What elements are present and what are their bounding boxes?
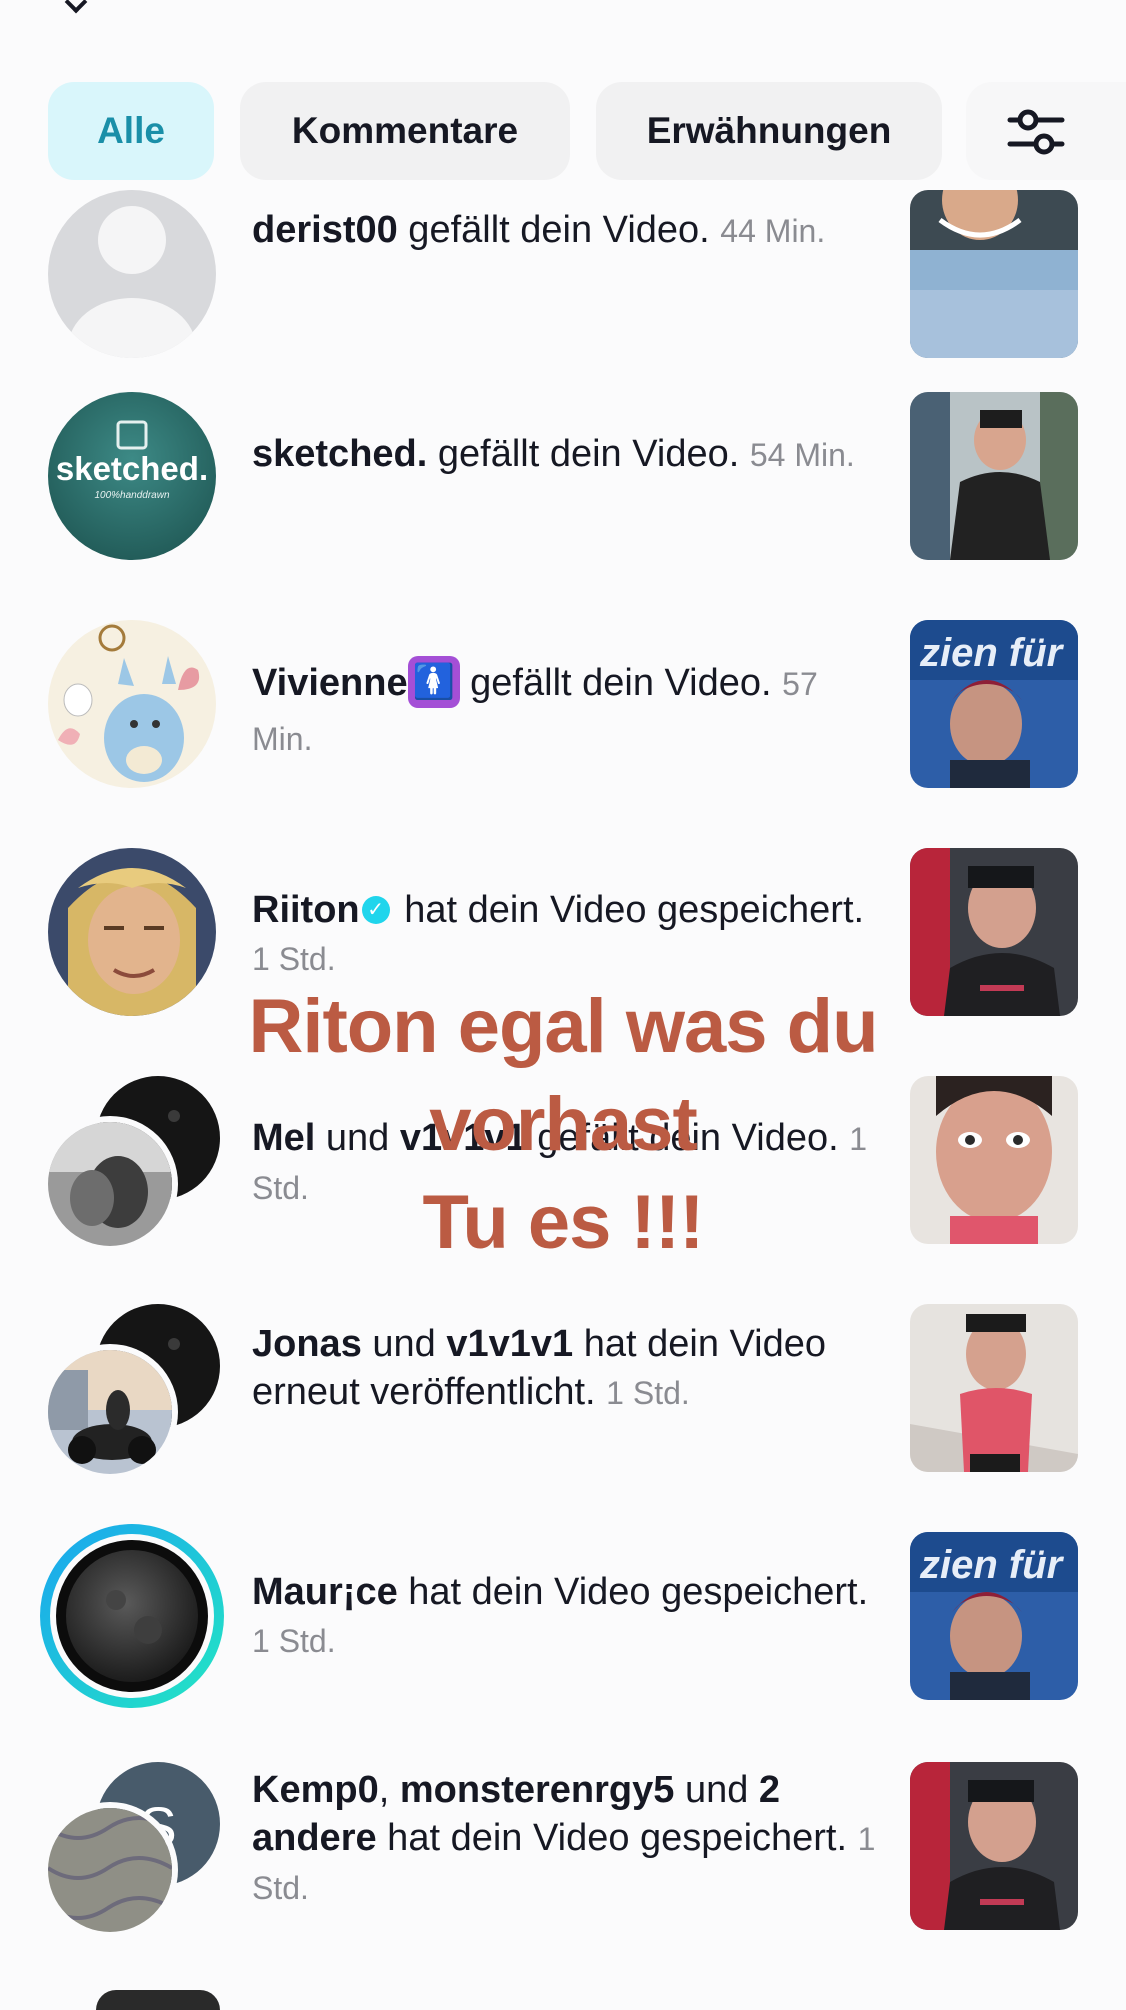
verified-badge-icon: ✓ xyxy=(361,895,390,924)
list-item[interactable]: derist00 gefällt dein Video. 44 Min. xyxy=(0,190,1126,380)
notification-text: Jonas und v1v1v1 hat dein Video erneut v… xyxy=(252,1323,827,1413)
video-thumbnail[interactable] xyxy=(910,1762,1078,1930)
username[interactable]: v1v1v1 xyxy=(446,1323,573,1365)
username[interactable]: Riiton xyxy=(252,889,360,931)
notification-text: Mel und v1v1v1 gefällt dein Video. 1 Std… xyxy=(252,1117,868,1206)
video-thumbnail[interactable]: zien für xyxy=(910,1532,1078,1700)
avatar[interactable] xyxy=(96,1990,220,2010)
avatar[interactable] xyxy=(48,620,216,788)
list-item[interactable]: Riiton ✓ hat dein Video gespeichert. 1 St… xyxy=(0,848,1126,1038)
tab-kommentare[interactable]: Kommentare xyxy=(240,82,570,180)
back-chevron-icon[interactable] xyxy=(64,0,88,14)
notification-text: sketched. gefällt dein Video. 54 Min. xyxy=(252,433,855,475)
notification-text: Vivienne 🚺 gefällt dein Video. 57 Min. xyxy=(252,656,882,763)
video-thumbnail[interactable]: zien für xyxy=(910,620,1078,788)
list-item[interactable]: Jonas und v1v1v1 hat dein Video erneut v… xyxy=(0,1304,1126,1494)
avatar-subtext: 100%handdrawn xyxy=(94,490,169,501)
avatar-story-ring[interactable] xyxy=(36,1520,228,1712)
sliders-icon xyxy=(1007,109,1065,155)
list-item[interactable]: Mel und v1v1v1 gefällt dein Video. 1 Std… xyxy=(0,1076,1126,1266)
avatar-text: sketched. xyxy=(56,450,208,487)
notification-text: Kemp0, monsterenrgy5 und 2 andere hat de… xyxy=(252,1769,876,1906)
video-thumbnail[interactable] xyxy=(910,190,1078,358)
avatar[interactable] xyxy=(48,1808,172,1932)
video-thumbnail[interactable] xyxy=(910,1304,1078,1472)
username[interactable]: Jonas xyxy=(252,1323,362,1365)
female-sign-emoji-icon: 🚺 xyxy=(407,656,460,708)
tab-erwaehnungen[interactable]: Erwähnungen xyxy=(596,82,942,180)
list-item[interactable]: Vivienne 🚺 gefällt dein Video. 57 Min. zi… xyxy=(0,620,1126,810)
username[interactable]: Mel xyxy=(252,1117,315,1159)
notification-text: Riiton ✓ hat dein Video gespeichert. 1 St… xyxy=(252,889,865,977)
video-thumbnail[interactable] xyxy=(910,848,1078,1016)
list-item[interactable]: Maur¡ce hat dein Video gespeichert. 1 St… xyxy=(0,1520,1126,1710)
username[interactable]: v1v1v1 xyxy=(400,1117,527,1159)
username[interactable]: Kemp0 xyxy=(252,1769,379,1811)
avatar[interactable]: sketched. 100%handdrawn xyxy=(48,392,216,560)
avatar[interactable] xyxy=(48,848,216,1016)
filter-button[interactable] xyxy=(966,82,1126,180)
list-item[interactable]: sketched. 100%handdrawn sketched. gefäll… xyxy=(0,392,1126,582)
avatar[interactable] xyxy=(48,1350,172,1474)
tab-alle[interactable]: Alle xyxy=(48,82,214,180)
username[interactable]: sketched. xyxy=(252,433,427,475)
notification-text: derist00 gefällt dein Video. 44 Min. xyxy=(252,209,826,251)
username[interactable]: derist00 xyxy=(252,209,398,251)
username[interactable]: monsterenrgy5 xyxy=(400,1769,675,1811)
video-thumbnail[interactable] xyxy=(910,392,1078,560)
notification-text: Maur¡ce hat dein Video gespeichert. 1 St… xyxy=(252,1571,869,1659)
avatar[interactable] xyxy=(48,190,216,358)
svg-text:zien für: zien für xyxy=(919,1543,1065,1587)
list-item[interactable]: S Kemp0, monsterenrgy5 und 2 andere hat … xyxy=(0,1762,1126,1952)
username[interactable]: Maur¡ce xyxy=(252,1571,398,1613)
svg-text:zien für: zien für xyxy=(919,631,1065,675)
video-thumbnail[interactable] xyxy=(910,1076,1078,1244)
avatar[interactable] xyxy=(48,1122,172,1246)
username[interactable]: Vivienne xyxy=(252,662,408,704)
